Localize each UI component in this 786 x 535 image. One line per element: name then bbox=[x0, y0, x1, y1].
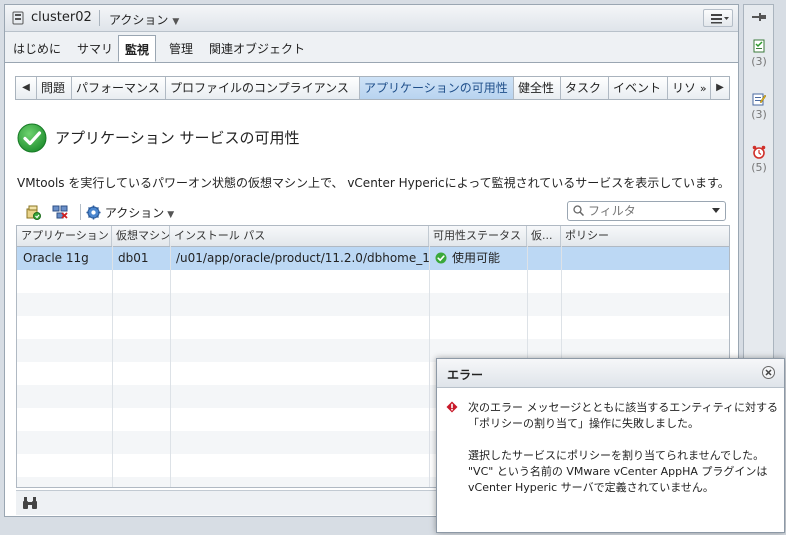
sidebar-item-work-in-progress[interactable]: (3) bbox=[748, 92, 770, 121]
alarms-count: (5) bbox=[751, 161, 767, 174]
column-divider bbox=[429, 246, 430, 487]
error-dialog-header: エラー bbox=[437, 359, 784, 388]
list-menu-icon bbox=[711, 14, 729, 24]
title-separator bbox=[99, 10, 100, 26]
page-title: アプリケーション サービスの可用性 bbox=[55, 129, 300, 147]
status-ok-icon bbox=[435, 252, 447, 264]
empty-row bbox=[17, 270, 729, 293]
error-message: 次のエラー メッセージとともに該当するエンティティに対する 「ポリシーの割り当て」… bbox=[468, 400, 778, 512]
tab-getting-started[interactable]: はじめに bbox=[13, 40, 61, 57]
object-titlebar: cluster02 アクション ▼ bbox=[5, 5, 738, 32]
error-message-paragraph: 次のエラー メッセージとともに該当するエンティティに対する 「ポリシーの割り当て」… bbox=[468, 400, 778, 432]
grid-actions-label: アクション bbox=[104, 206, 165, 220]
work-in-progress-icon bbox=[752, 93, 766, 106]
column-header-extra[interactable]: 仮... bbox=[527, 226, 561, 246]
tab-monitor[interactable]: 監視 bbox=[118, 35, 157, 62]
cell-install-path: /u01/app/oracle/product/11.2.0/dbhome_1 bbox=[176, 251, 429, 265]
chevron-down-icon: ▼ bbox=[172, 17, 180, 27]
pin-icon[interactable] bbox=[751, 11, 767, 23]
column-divider bbox=[170, 246, 171, 487]
subtab-health[interactable]: 健全性 bbox=[514, 77, 561, 99]
error-detail-paragraph: 選択したサービスにポリシーを割り当てられませんでした。 "VC" という名前の V… bbox=[468, 448, 778, 496]
object-title: cluster02 bbox=[31, 10, 92, 25]
error-line: 「ポリシーの割り当て」操作に失敗しました。 bbox=[468, 417, 699, 430]
panel-menu-button[interactable] bbox=[703, 9, 733, 27]
table-row[interactable]: Oracle 11g db01 /u01/app/oracle/product/… bbox=[17, 247, 729, 270]
work-in-progress-count: (3) bbox=[751, 108, 767, 121]
monitor-subtabs: ◀ 問題 パフォーマンス プロファイルのコンプライアンス アプリケーションの可用… bbox=[15, 76, 730, 100]
column-header-policy[interactable]: ポリシー bbox=[561, 226, 729, 246]
sidebar-item-alarms[interactable]: (5) bbox=[748, 145, 770, 174]
error-line: vCenter Hyperic サーバで定義されていません。 bbox=[468, 481, 714, 494]
error-line: "VC" という名前の VMware vCenter AppHA プラグインは bbox=[468, 465, 768, 478]
search-icon bbox=[573, 205, 584, 216]
cell-availability-status: 使用可能 bbox=[429, 247, 527, 270]
subtab-application-availability[interactable]: アプリケーションの可用性 bbox=[360, 77, 514, 99]
error-line: 選択したサービスにポリシーを割り当てられませんでした。 bbox=[468, 449, 765, 462]
close-icon[interactable] bbox=[762, 366, 775, 379]
tab-related-objects[interactable]: 関連オブジェクト bbox=[209, 40, 305, 57]
subtab-issues[interactable]: 問題 bbox=[37, 77, 72, 99]
toolbar-separator bbox=[80, 204, 81, 220]
filter-dropdown-icon[interactable] bbox=[712, 208, 720, 213]
scroll-left-icon[interactable]: ◀ bbox=[16, 77, 37, 99]
tasks-count: (3) bbox=[751, 55, 767, 68]
subtab-events[interactable]: イベント bbox=[609, 77, 668, 99]
scroll-right-icon[interactable]: ▶ bbox=[710, 77, 730, 99]
alarm-icon bbox=[752, 145, 766, 159]
subtab-resources-label: リソ bbox=[672, 81, 697, 95]
gear-icon bbox=[86, 205, 101, 220]
column-header-install-path[interactable]: インストール パス bbox=[170, 226, 429, 246]
actions-menu-label: アクション bbox=[109, 13, 169, 27]
error-line: 次のエラー メッセージとともに該当するエンティティに対する bbox=[468, 401, 778, 414]
chevron-down-icon: ▼ bbox=[167, 210, 175, 220]
error-dialog-title: エラー bbox=[447, 368, 484, 382]
grid-actions-menu[interactable]: アクション ▼ bbox=[86, 204, 174, 221]
status-text: 使用可能 bbox=[452, 251, 501, 265]
binoculars-icon[interactable] bbox=[22, 496, 38, 510]
page-description: VMtools を実行しているパワーオン状態の仮想マシン上で、 vCenter … bbox=[17, 176, 730, 190]
double-chevron-icon: » bbox=[699, 82, 707, 95]
filter-box bbox=[567, 201, 726, 221]
subtab-tasks[interactable]: タスク bbox=[561, 77, 609, 99]
cell-application: Oracle 11g bbox=[23, 251, 89, 265]
error-dialog: エラー 次のエラー メッセージとともに該当するエンティティに対する 「ポリシーの割… bbox=[436, 358, 785, 533]
empty-row bbox=[17, 293, 729, 316]
cell-vm: db01 bbox=[118, 251, 149, 265]
tasks-icon bbox=[753, 39, 765, 53]
grid-toolbar: アクション ▼ bbox=[5, 198, 738, 224]
error-icon bbox=[446, 401, 458, 413]
cell-extra bbox=[527, 247, 561, 270]
column-header-availability-status[interactable]: 可用性ステータス bbox=[429, 226, 527, 246]
cluster-icon bbox=[12, 11, 24, 25]
assign-policy-icon[interactable] bbox=[25, 204, 41, 220]
grid-header: アプリケーション ... 仮想マシン インストール パス 可用性ステータス 仮.… bbox=[17, 226, 729, 247]
empty-row bbox=[17, 316, 729, 339]
column-header-application[interactable]: アプリケーション ... bbox=[17, 226, 112, 246]
subtab-resources[interactable]: リソ » bbox=[668, 77, 711, 99]
tab-manage[interactable]: 管理 bbox=[169, 40, 193, 57]
subtab-performance[interactable]: パフォーマンス bbox=[72, 77, 166, 99]
filter-input[interactable] bbox=[588, 203, 706, 219]
availability-ok-icon bbox=[17, 123, 47, 153]
column-header-vm[interactable]: 仮想マシン bbox=[112, 226, 170, 246]
tab-summary[interactable]: サマリ bbox=[77, 40, 113, 57]
remove-policy-icon[interactable] bbox=[52, 204, 68, 220]
actions-menu[interactable]: アクション ▼ bbox=[109, 11, 179, 28]
subtab-profile-compliance[interactable]: プロファイルのコンプライアンス bbox=[166, 77, 360, 99]
sidebar-item-recent-tasks[interactable]: (3) bbox=[748, 39, 770, 68]
main-tabs: はじめに サマリ 監視 管理 関連オブジェクト bbox=[5, 32, 738, 63]
cell-policy bbox=[561, 247, 729, 270]
column-divider bbox=[112, 246, 113, 487]
